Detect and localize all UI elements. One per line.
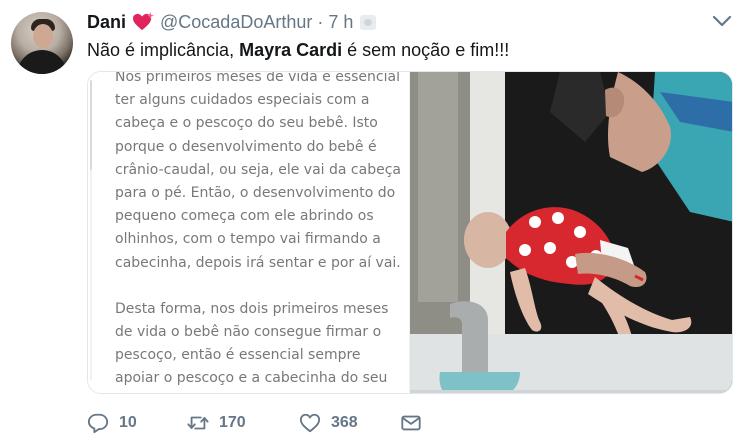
tweet-text-bold: Mayra Cardi [239,40,343,60]
like-icon [299,413,321,433]
tweet-text: Não é implicância, Mayra Cardi é sem noç… [87,39,509,61]
article-screenshot[interactable]: Nos primeiros meses de vida é essencial … [88,72,409,393]
article-paragraph: Desta forma, nos dois primeiros meses de… [115,300,389,387]
article-paragraph: Nos primeiros meses de vida é essencial … [115,72,401,271]
tweet-header: Dani @CocadaDoArthur · 7 h [87,10,377,34]
translate-icon [360,14,377,30]
baby-photo[interactable] [410,72,732,393]
author-name[interactable]: Dani [87,12,126,33]
direct-message-button[interactable] [400,412,422,434]
tweet-text-before: Não é implicância, [87,40,240,60]
tweet-text-after: é sem noção e fim!!! [342,40,510,60]
timestamp[interactable]: 7 h [328,12,353,33]
like-count: 368 [331,414,358,431]
avatar-face [33,24,53,48]
sparkling-heart-icon [133,12,154,31]
retweet-count: 170 [219,414,246,431]
article-scroll-thumb [90,80,92,170]
retweet-icon [187,416,209,430]
avatar[interactable] [11,12,73,74]
time-separator: · [317,11,324,32]
avatar-shirt [17,50,67,74]
reply-button[interactable]: 10 [87,412,187,434]
baby-photo-illustration [410,72,732,393]
media-container[interactable]: Nos primeiros meses de vida é essencial … [87,71,733,394]
reply-icon [87,413,109,434]
direct-message-icon [401,415,421,431]
tweet-actions: 10 170 368 [87,410,422,436]
author-handle[interactable]: @CocadaDoArthur [160,12,312,33]
retweet-button[interactable]: 170 [187,412,299,434]
article-text: Nos primeiros meses de vida é essencial … [115,72,401,393]
chevron-down-icon[interactable] [712,14,732,28]
reply-count: 10 [119,414,137,431]
like-button[interactable]: 368 [299,412,400,434]
